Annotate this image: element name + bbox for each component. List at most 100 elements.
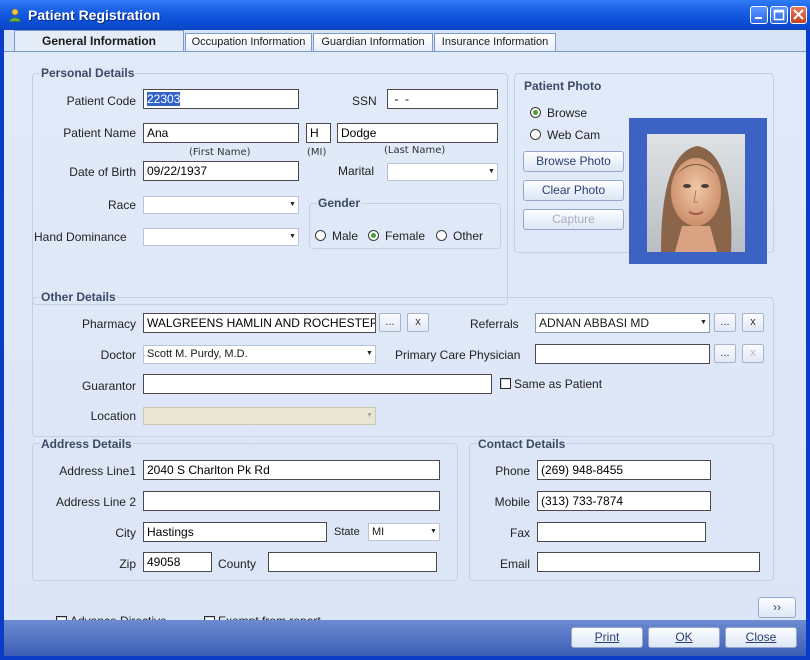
- pharmacy-field[interactable]: WALGREENS HAMLIN AND ROCHESTER: [143, 313, 376, 333]
- mi-hint: (MI): [307, 147, 327, 158]
- print-button[interactable]: Print: [571, 627, 643, 648]
- chevron-down-icon: ▼: [289, 233, 296, 240]
- next-page-button[interactable]: ››: [758, 597, 796, 618]
- maximize-button[interactable]: [770, 6, 788, 24]
- close-icon: [793, 9, 804, 20]
- patient-registration-window: Patient Registration General Information…: [0, 0, 810, 660]
- ok-button[interactable]: OK: [648, 627, 720, 648]
- window-title: Patient Registration: [28, 7, 161, 23]
- hand-dominance-label: Hand Dominance: [34, 230, 127, 244]
- gender-male-radio[interactable]: [315, 230, 326, 241]
- pharmacy-clear-button[interactable]: x: [407, 313, 429, 332]
- patient-code-value: 22303: [147, 92, 181, 106]
- state-select[interactable]: MI ▼: [368, 523, 440, 541]
- first-name-hint: (First Name): [189, 147, 251, 158]
- fax-field[interactable]: [537, 522, 706, 542]
- zip-field[interactable]: 49058: [143, 552, 212, 572]
- minimize-button[interactable]: [750, 6, 768, 24]
- address-line1-field[interactable]: 2040 S Charlton Pk Rd: [143, 460, 440, 480]
- email-label: Email: [499, 557, 530, 571]
- other-details-title: Other Details: [40, 290, 117, 304]
- patient-photo: [647, 134, 745, 252]
- gender-female-label[interactable]: Female: [385, 229, 425, 243]
- county-field[interactable]: [268, 552, 437, 572]
- patient-name-label: Patient Name: [63, 126, 136, 140]
- close-window-button[interactable]: [790, 6, 807, 24]
- referrals-lookup-button[interactable]: ...: [714, 313, 736, 332]
- same-as-patient-checkbox[interactable]: [500, 378, 511, 389]
- middle-initial-field[interactable]: H: [306, 123, 331, 143]
- referrals-label: Referrals: [470, 317, 519, 331]
- ssn-field[interactable]: - -: [387, 89, 498, 109]
- chevron-down-icon: ▼: [700, 319, 707, 326]
- minimize-icon: [755, 17, 762, 19]
- chevron-down-icon: ▼: [430, 528, 437, 535]
- primary-care-physician-label: Primary Care Physician: [395, 348, 521, 362]
- hand-dominance-select[interactable]: ▼: [143, 228, 299, 246]
- gender-male-label[interactable]: Male: [332, 229, 358, 243]
- photo-browse-label[interactable]: Browse: [547, 106, 587, 120]
- gender-other-label[interactable]: Other: [453, 229, 483, 243]
- tab-guardian-information[interactable]: Guardian Information: [313, 33, 433, 52]
- gender-title: Gender: [317, 196, 362, 210]
- race-label: Race: [107, 198, 136, 212]
- chevron-down-icon: ▼: [488, 168, 495, 175]
- race-select[interactable]: ▼: [143, 196, 299, 214]
- address-line2-field[interactable]: [143, 491, 440, 511]
- address-details-title: Address Details: [40, 437, 133, 451]
- gender-other-radio[interactable]: [436, 230, 447, 241]
- close-button[interactable]: Close: [725, 627, 797, 648]
- dialog-client: General Information Occupation Informati…: [4, 30, 806, 656]
- fax-label: Fax: [509, 526, 530, 540]
- marital-label: Marital: [338, 164, 375, 178]
- pharmacy-lookup-button[interactable]: ...: [379, 313, 401, 332]
- photo-webcam-radio[interactable]: [530, 129, 541, 140]
- address-line1-label: Address Line1: [59, 464, 136, 478]
- city-field[interactable]: Hastings: [143, 522, 327, 542]
- location-label: Location: [90, 409, 136, 423]
- general-information-panel: Personal Details Patient Code 22303 SSN …: [4, 51, 806, 628]
- referrals-clear-button[interactable]: x: [742, 313, 764, 332]
- zip-label: Zip: [119, 557, 136, 571]
- state-value: MI: [372, 526, 385, 538]
- tab-strip: General Information Occupation Informati…: [4, 30, 806, 52]
- referrals-select[interactable]: ADNAN ABBASI MD ▼: [535, 313, 710, 333]
- photo-webcam-label[interactable]: Web Cam: [547, 128, 600, 142]
- maximize-icon: [773, 9, 785, 21]
- tab-general-information[interactable]: General Information: [14, 30, 184, 52]
- last-name-hint: (Last Name): [384, 145, 446, 156]
- phone-field[interactable]: (269) 948-8455: [537, 460, 711, 480]
- chevron-down-icon: ▼: [366, 412, 373, 419]
- address-line2-label: Address Line 2: [55, 495, 136, 509]
- chevron-down-icon: ▼: [289, 201, 296, 208]
- pcp-lookup-button[interactable]: ...: [714, 344, 736, 363]
- doctor-select[interactable]: Scott M. Purdy, M.D. ▼: [143, 345, 376, 364]
- same-as-patient-label[interactable]: Same as Patient: [514, 377, 602, 391]
- photo-browse-radio[interactable]: [530, 107, 541, 118]
- clear-photo-button[interactable]: Clear Photo: [523, 180, 624, 201]
- tab-occupation-information[interactable]: Occupation Information: [185, 33, 312, 52]
- mobile-label: Mobile: [494, 495, 530, 509]
- chevron-down-icon: ▼: [366, 350, 373, 357]
- user-icon: [9, 8, 21, 22]
- location-select[interactable]: ▼: [143, 407, 376, 425]
- mobile-field[interactable]: (313) 733-7874: [537, 491, 711, 511]
- capture-button[interactable]: Capture: [523, 209, 624, 230]
- state-label: State: [334, 526, 360, 538]
- last-name-field[interactable]: Dodge: [337, 123, 498, 143]
- browse-photo-button[interactable]: Browse Photo: [523, 151, 624, 172]
- dob-field[interactable]: 09/22/1937: [143, 161, 299, 181]
- first-name-field[interactable]: Ana: [143, 123, 299, 143]
- doctor-label: Doctor: [100, 348, 136, 362]
- phone-label: Phone: [495, 464, 530, 478]
- pcp-clear-button[interactable]: x: [742, 344, 764, 363]
- email-field[interactable]: [537, 552, 760, 572]
- primary-care-physician-field[interactable]: [535, 344, 710, 364]
- guarantor-field[interactable]: [143, 374, 492, 394]
- gender-female-radio[interactable]: [368, 230, 379, 241]
- marital-select[interactable]: ▼: [387, 163, 498, 181]
- doctor-value: Scott M. Purdy, M.D.: [147, 348, 248, 360]
- tab-insurance-information[interactable]: Insurance Information: [434, 33, 556, 52]
- title-bar[interactable]: Patient Registration: [0, 0, 810, 30]
- patient-code-field[interactable]: 22303: [143, 89, 299, 109]
